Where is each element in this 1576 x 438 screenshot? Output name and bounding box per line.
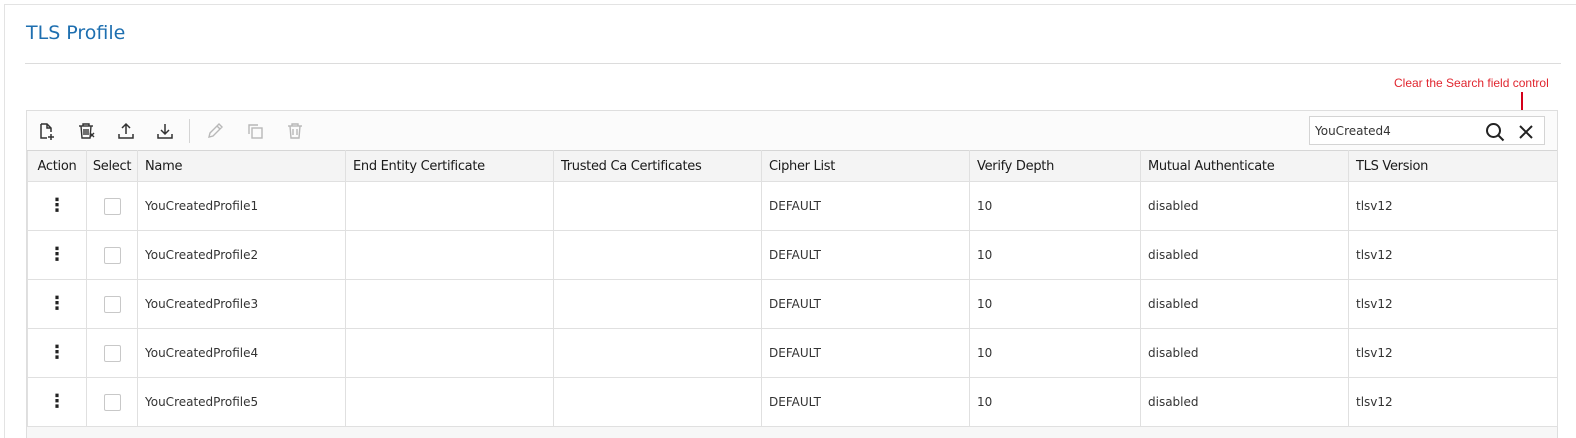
column-header-name[interactable]: Name (137, 150, 346, 182)
edit-button[interactable] (204, 120, 226, 142)
verify-depth-cell: 10 (969, 181, 1141, 231)
row-actions-cell: ⋮ (27, 279, 87, 329)
title-divider (25, 63, 1561, 64)
trusted-ca-certificates-cell (553, 328, 762, 378)
column-header-end-entity-certificate[interactable]: End Entity Certificate (345, 150, 554, 182)
create-icon (40, 123, 54, 140)
row-checkbox[interactable] (103, 393, 121, 411)
verify-depth-cell: 10 (969, 230, 1141, 280)
name-cell: YouCreatedProfile2 (137, 230, 346, 280)
toolbar (27, 111, 1557, 150)
tls-profile-panel: Action Select Name End Entity Certificat… (26, 110, 1558, 438)
tls-version-cell: tlsv12 (1348, 377, 1558, 427)
bulk-delete-icon (79, 123, 95, 139)
tls-profile-table: Action Select Name End Entity Certificat… (27, 150, 1558, 427)
upload-button[interactable] (115, 120, 137, 142)
row-select-cell (86, 230, 138, 280)
mutual-authenticate-cell: disabled (1140, 181, 1349, 231)
row-actions-cell: ⋮ (27, 230, 87, 280)
table-row: ⋮ YouCreatedProfile5 DEFAULT 10 disabled… (27, 377, 1558, 427)
create-button[interactable] (35, 120, 57, 142)
table-row: ⋮ YouCreatedProfile1 DEFAULT 10 disabled… (27, 181, 1558, 231)
name-cell: YouCreatedProfile4 (137, 328, 346, 378)
table-header-row: Action Select Name End Entity Certificat… (27, 150, 1558, 182)
mutual-authenticate-cell: disabled (1140, 230, 1349, 280)
annotation-label: Clear the Search field control (1394, 76, 1549, 90)
tls-version-cell: tlsv12 (1348, 279, 1558, 329)
mutual-authenticate-cell: disabled (1140, 328, 1349, 378)
kebab-menu-icon[interactable]: ⋮ (48, 246, 66, 264)
verify-depth-cell: 10 (969, 328, 1141, 378)
kebab-menu-icon[interactable]: ⋮ (48, 393, 66, 411)
end-entity-certificate-cell (345, 279, 554, 329)
delete-icon (288, 123, 302, 139)
kebab-menu-icon[interactable]: ⋮ (48, 295, 66, 313)
name-cell: YouCreatedProfile1 (137, 181, 346, 231)
column-header-trusted-ca-certificates[interactable]: Trusted Ca Certificates (553, 150, 762, 182)
verify-depth-cell: 10 (969, 279, 1141, 329)
cipher-list-cell: DEFAULT (761, 328, 970, 378)
trusted-ca-certificates-cell (553, 279, 762, 329)
row-checkbox[interactable] (103, 197, 121, 215)
column-header-select[interactable]: Select (86, 150, 138, 182)
column-header-action[interactable]: Action (27, 150, 87, 182)
cipher-list-cell: DEFAULT (761, 377, 970, 427)
kebab-menu-icon[interactable]: ⋮ (48, 197, 66, 215)
bulk-delete-button[interactable] (75, 120, 97, 142)
tls-version-cell: tlsv12 (1348, 230, 1558, 280)
toolbar-separator (189, 119, 190, 143)
table-row: ⋮ YouCreatedProfile3 DEFAULT 10 disabled… (27, 279, 1558, 329)
column-header-verify-depth[interactable]: Verify Depth (969, 150, 1141, 182)
table-row: ⋮ YouCreatedProfile2 DEFAULT 10 disabled… (27, 230, 1558, 280)
cipher-list-cell: DEFAULT (761, 230, 970, 280)
trusted-ca-certificates-cell (553, 377, 762, 427)
row-actions-cell: ⋮ (27, 181, 87, 231)
mutual-authenticate-cell: disabled (1140, 279, 1349, 329)
download-button[interactable] (154, 120, 176, 142)
row-select-cell (86, 279, 138, 329)
row-select-cell (86, 328, 138, 378)
delete-button[interactable] (284, 120, 306, 142)
edit-icon (208, 123, 223, 138)
download-icon (157, 124, 173, 139)
mutual-authenticate-cell: disabled (1140, 377, 1349, 427)
kebab-menu-icon[interactable]: ⋮ (48, 344, 66, 362)
cipher-list-cell: DEFAULT (761, 279, 970, 329)
search-box (1309, 116, 1545, 145)
verify-depth-cell: 10 (969, 377, 1141, 427)
row-checkbox[interactable] (103, 295, 121, 313)
search-input[interactable] (1315, 121, 1475, 141)
end-entity-certificate-cell (345, 230, 554, 280)
row-select-cell (86, 377, 138, 427)
page-title: TLS Profile (26, 22, 126, 44)
clone-button[interactable] (244, 120, 266, 142)
row-checkbox[interactable] (103, 344, 121, 362)
upload-icon (118, 122, 134, 139)
cipher-list-cell: DEFAULT (761, 181, 970, 231)
clone-icon (248, 124, 263, 139)
column-header-cipher-list[interactable]: Cipher List (761, 150, 970, 182)
close-icon[interactable] (1515, 121, 1537, 143)
end-entity-certificate-cell (345, 377, 554, 427)
end-entity-certificate-cell (345, 328, 554, 378)
trusted-ca-certificates-cell (553, 230, 762, 280)
name-cell: YouCreatedProfile3 (137, 279, 346, 329)
row-actions-cell: ⋮ (27, 328, 87, 378)
row-actions-cell: ⋮ (27, 377, 87, 427)
tls-version-cell: tlsv12 (1348, 328, 1558, 378)
row-select-cell (86, 181, 138, 231)
table-row: ⋮ YouCreatedProfile4 DEFAULT 10 disabled… (27, 328, 1558, 378)
column-header-tls-version[interactable]: TLS Version (1348, 150, 1558, 182)
name-cell: YouCreatedProfile5 (137, 377, 346, 427)
column-header-mutual-authenticate[interactable]: Mutual Authenticate (1140, 150, 1349, 182)
end-entity-certificate-cell (345, 181, 554, 231)
row-checkbox[interactable] (103, 246, 121, 264)
search-icon[interactable] (1484, 121, 1506, 143)
trusted-ca-certificates-cell (553, 181, 762, 231)
tls-version-cell: tlsv12 (1348, 181, 1558, 231)
